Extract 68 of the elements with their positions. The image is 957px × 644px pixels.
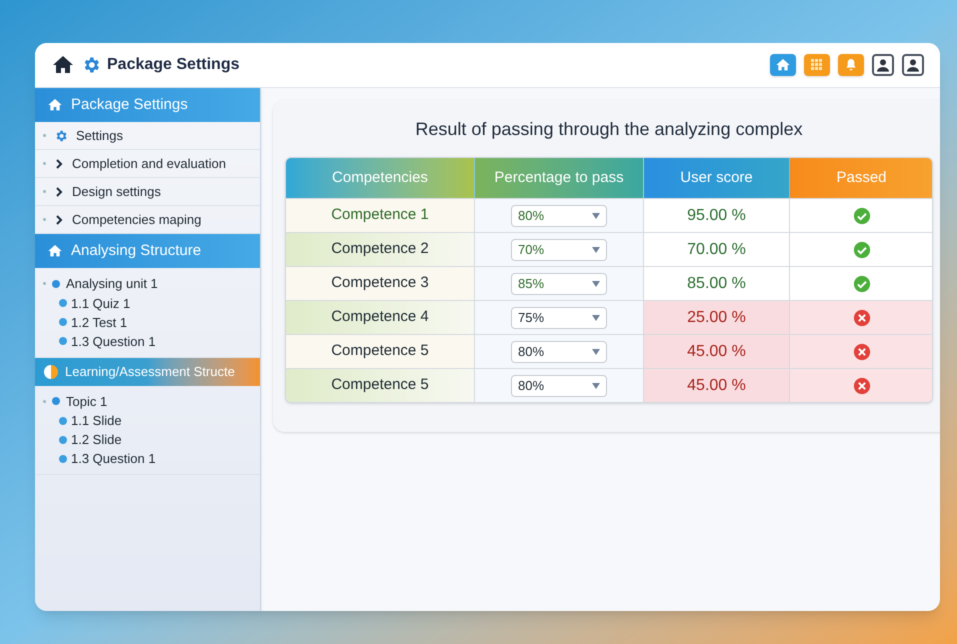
chevron-icon (54, 158, 64, 168)
window-title: Package Settings (107, 55, 240, 75)
home-icon (775, 57, 791, 73)
table-cell: 25.00 % (644, 301, 790, 334)
tree-item[interactable]: 1.3 Question 1 (71, 449, 156, 468)
cross-icon (853, 376, 871, 394)
dropdown-arrow-icon (592, 212, 600, 218)
percentage-dropdown[interactable]: 85% (511, 272, 607, 294)
bullet-icon (59, 318, 67, 326)
profile-button[interactable] (902, 54, 924, 76)
percentage-dropdown[interactable]: 80% (511, 374, 607, 396)
tree-item[interactable]: Topic 1 (66, 392, 108, 411)
cross-icon (853, 342, 871, 360)
dropdown-arrow-icon (592, 314, 600, 320)
tree-item[interactable]: 1.1 Quiz 1 (71, 294, 130, 312)
check-icon (853, 206, 871, 224)
results-title: Result of passing through the analyzing complex (414, 118, 804, 141)
home-button[interactable] (770, 54, 796, 76)
tree-item[interactable]: 1.2 Slide (71, 430, 122, 449)
tree-item[interactable]: 1.1 Slide (71, 411, 122, 430)
profile-button[interactable] (872, 54, 894, 76)
notifications-button[interactable] (838, 54, 864, 76)
person-icon (905, 57, 921, 73)
split-circle-icon (43, 364, 59, 380)
apps-button[interactable] (804, 54, 830, 76)
tree-item[interactable]: Analysing unit 1 (66, 274, 158, 294)
column-header: User score (644, 158, 790, 198)
bullet-icon (59, 416, 67, 424)
column-header: Passed (790, 158, 932, 198)
dropdown-arrow-icon (592, 246, 600, 252)
percentage-dropdown[interactable]: 80% (511, 340, 607, 362)
sidebar-item[interactable]: Settings (35, 122, 260, 150)
dropdown-arrow-icon (592, 280, 600, 286)
bullet-icon (52, 280, 60, 288)
dropdown-arrow-icon (592, 382, 600, 388)
chevron-icon (54, 186, 64, 196)
sidebar-item[interactable]: Completion and evaluation (35, 150, 260, 178)
column-header: Competencies (286, 158, 475, 198)
chevron-icon (54, 214, 64, 224)
column-header: Percentage to pass (475, 158, 644, 198)
table-cell: Competence 5 (286, 335, 475, 368)
grid-icon (811, 59, 823, 71)
table-cell: Competence 4 (286, 301, 475, 334)
percentage-dropdown[interactable]: 75% (511, 306, 607, 328)
table-cell: Competence 1 (286, 199, 475, 232)
percentage-dropdown[interactable]: 70% (511, 238, 607, 260)
home-icon (47, 97, 63, 113)
table-cell: Competence 5 (286, 369, 475, 402)
cross-icon (853, 308, 871, 326)
person-icon (875, 57, 891, 73)
percentage-dropdown[interactable]: 80% (511, 204, 607, 226)
dropdown-arrow-icon (592, 348, 600, 354)
sidebar-item[interactable]: Design settings (35, 178, 260, 206)
table-cell: 45.00 % (644, 369, 790, 402)
bullet-icon (59, 454, 67, 462)
bullet-icon (59, 436, 67, 444)
tree-item[interactable]: 1.3 Question 1 (71, 332, 156, 350)
bullet-icon (59, 337, 67, 345)
tree-item[interactable]: 1.2 Test 1 (71, 312, 128, 332)
bullet-icon (59, 299, 67, 307)
settings-icon (54, 128, 68, 142)
table-cell: 45.00 % (644, 335, 790, 368)
check-icon (853, 274, 871, 292)
table-cell: Competence 3 (286, 267, 475, 300)
home-icon (47, 243, 63, 259)
table-cell: Competence 2 (286, 233, 475, 266)
bullet-icon (52, 397, 60, 406)
check-icon (853, 240, 871, 258)
